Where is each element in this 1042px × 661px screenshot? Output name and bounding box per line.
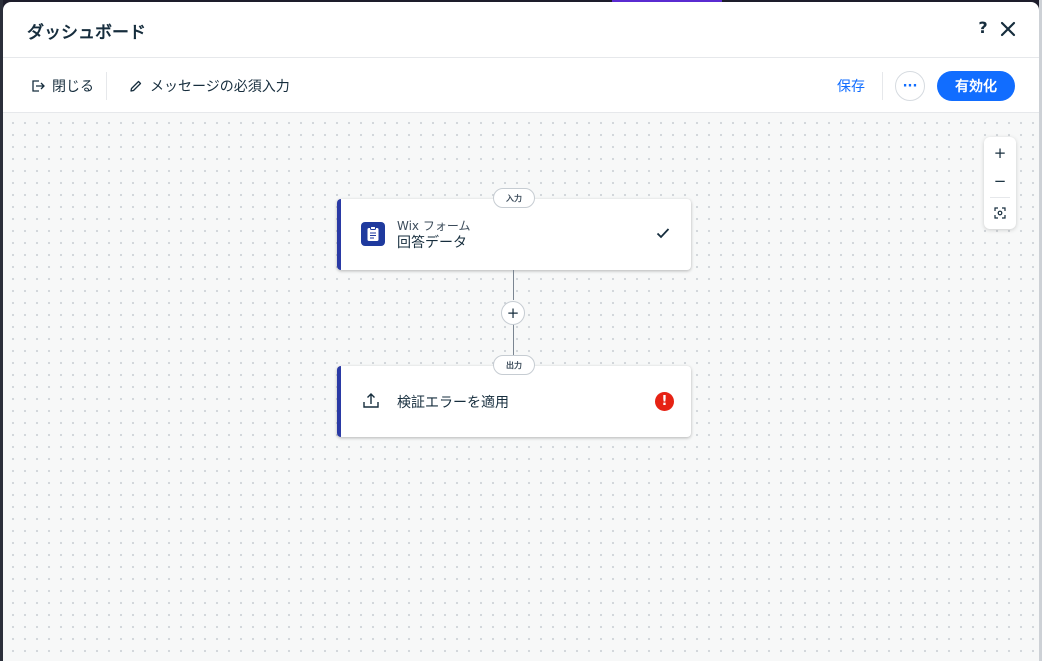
connector-line: [513, 270, 514, 300]
exit-icon: [32, 80, 45, 92]
edit-name-button[interactable]: メッセージの必須入力: [129, 75, 290, 97]
activate-button[interactable]: 有効化: [937, 71, 1015, 101]
automation-name: メッセージの必須入力: [150, 79, 290, 95]
trigger-title: 回答データ: [397, 235, 467, 251]
fit-to-screen-icon[interactable]: [984, 199, 1016, 227]
add-step-button[interactable]: +: [501, 301, 525, 325]
connector-line: [513, 324, 514, 355]
pencil-icon: [130, 80, 142, 92]
action-tag: 出力: [493, 355, 535, 375]
trigger-tag: 入力: [493, 188, 535, 208]
zoom-in-button[interactable]: +: [984, 139, 1016, 167]
zoom-divider: [990, 197, 1010, 198]
upload-icon: [361, 391, 381, 411]
zoom-controls: + −: [984, 137, 1016, 229]
workflow-canvas[interactable]: + − 入力 Wix フォーム 回答データ + 出力 検証エラーを適用 !: [3, 113, 1039, 661]
help-button[interactable]: ?: [973, 18, 993, 40]
automation-editor-modal: ダッシュボード ? 閉じる メッセージの必須入力 保存 ··· 有効化 + − …: [3, 2, 1039, 661]
exit-button[interactable]: 閉じる: [31, 75, 94, 97]
action-node[interactable]: 検証エラーを適用 !: [337, 366, 691, 437]
trigger-node[interactable]: Wix フォーム 回答データ: [337, 199, 691, 270]
modal-header: ダッシュボード ?: [3, 2, 1039, 58]
save-button[interactable]: 保存: [837, 75, 865, 97]
toolbar-divider: [106, 72, 107, 100]
zoom-out-button[interactable]: −: [984, 167, 1016, 195]
editor-toolbar: 閉じる メッセージの必須入力 保存 ··· 有効化: [3, 59, 1039, 113]
error-icon: !: [655, 392, 674, 411]
more-actions-button[interactable]: ···: [895, 71, 925, 101]
form-clipboard-icon: [361, 222, 385, 246]
toolbar-divider: [882, 72, 883, 100]
action-title: 検証エラーを適用: [397, 395, 509, 411]
exit-label: 閉じる: [52, 79, 94, 95]
checkmark-icon: [655, 225, 671, 241]
close-icon[interactable]: [998, 19, 1018, 39]
modal-title: ダッシュボード: [27, 23, 146, 43]
